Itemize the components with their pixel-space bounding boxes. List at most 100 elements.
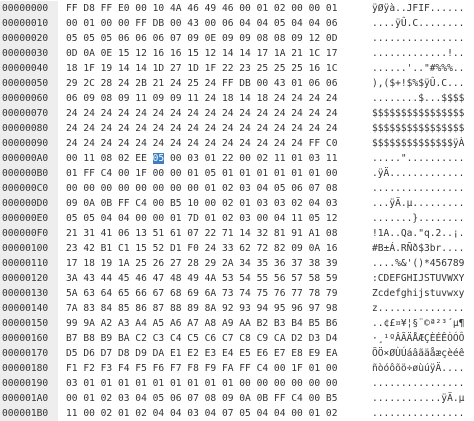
hex-row: 00000030 0D 0A 0E 15 12 16 16 15 12 14 14…	[0, 46, 474, 61]
hex-viewer: 00000000 FF D8 FF E0 00 10 4A 46 49 46 00…	[0, 0, 474, 421]
hex-row: 00000180 F1 F2 F3 F4 F5 F6 F7 F8 F9 FA FF…	[0, 361, 474, 376]
row-hex-bytes[interactable]: F1 F2 F3 F4 F5 F6 F7 F8 F9 FA FF C4 00 1…	[66, 361, 366, 376]
row-hex-bytes[interactable]: 3A 43 44 45 46 47 48 49 4A 53 54 55 56 5…	[66, 271, 366, 286]
row-hex-bytes[interactable]: 05 05 05 06 06 06 07 09 0E 09 09 08 08 0…	[66, 31, 366, 46]
row-ascii[interactable]: ·¸¹ºÂÃÄÅÆÇÈÉÊÒÓÔ	[372, 331, 474, 346]
hex-row: 00000120 3A 43 44 45 46 47 48 49 4A 53 54…	[0, 271, 474, 286]
row-hex-bytes[interactable]: 23 42 B1 C1 15 52 D1 F0 24 33 62 72 82 0…	[66, 241, 366, 256]
row-address: 000001A0	[0, 391, 58, 406]
row-hex-bytes[interactable]: 99 9A A2 A3 A4 A5 A6 A7 A8 A9 AA B2 B3 B…	[66, 316, 366, 331]
row-ascii[interactable]: ÕÖ×ØÙÚáâãäåæçèéê	[372, 346, 474, 361]
row-hex-bytes[interactable]: 01 FF C4 00 1F 00 00 01 05 01 01 01 01 0…	[66, 166, 366, 181]
hex-row: 00000190 03 01 01 01 01 01 01 01 01 01 00…	[0, 376, 474, 391]
row-hex-bytes[interactable]: 03 01 01 01 01 01 01 01 01 01 00 00 00 0…	[66, 376, 366, 391]
row-ascii[interactable]: ......'.."#%%%..	[372, 61, 474, 76]
row-hex-bytes[interactable]: 24 24 24 24 24 24 24 24 24 24 24 24 24 2…	[66, 106, 366, 121]
hex-row: 000001A0 00 01 02 03 04 05 06 07 08 09 0A…	[0, 391, 474, 406]
row-hex-bytes[interactable]: 29 2C 28 24 2B 21 24 25 24 FF DB 00 43 0…	[66, 76, 366, 91]
row-hex-bytes[interactable]: 09 0A 0B FF C4 00 B5 10 00 02 01 03 03 0…	[66, 196, 366, 211]
row-ascii[interactable]: !1A..Qa."q.2..¡.	[372, 226, 474, 241]
row-ascii[interactable]: ...ÿÄ.µ.........	[372, 196, 474, 211]
row-ascii[interactable]: ..¢£¤¥¦§¨©ª²³´µ¶	[372, 316, 474, 331]
row-address: 000000A0	[0, 151, 58, 166]
row-address: 000000E0	[0, 211, 58, 226]
row-hex-bytes[interactable]: 06 09 08 09 11 09 09 11 24 18 14 18 24 2…	[66, 91, 366, 106]
row-hex-bytes[interactable]: B7 B8 B9 BA C2 C3 C4 C5 C6 C7 C8 C9 CA D…	[66, 331, 366, 346]
row-hex-bytes[interactable]: 21 31 41 06 13 51 61 07 22 71 14 32 81 9…	[66, 226, 366, 241]
row-address: 00000130	[0, 286, 58, 301]
row-hex-bytes[interactable]: 00 01 00 00 FF DB 00 43 00 06 04 04 05 0…	[66, 16, 366, 31]
row-address: 00000110	[0, 256, 58, 271]
row-ascii[interactable]: ÿØÿà..JFIF......	[372, 1, 474, 16]
hex-row: 00000090 24 24 24 24 24 24 24 24 24 24 24…	[0, 136, 474, 151]
row-hex-bytes[interactable]: 18 1F 19 14 14 1D 27 1D 1F 22 23 25 25 2…	[66, 61, 366, 76]
row-address: 000000D0	[0, 196, 58, 211]
hex-row: 00000170 D5 D6 D7 D8 D9 DA E1 E2 E3 E4 E5…	[0, 346, 474, 361]
row-address: 00000140	[0, 301, 58, 316]
row-address: 00000070	[0, 106, 58, 121]
hex-row: 000000A0 00 11 08 02 EE 05 00 03 01 22 00…	[0, 151, 474, 166]
row-ascii[interactable]: ....ÿÛ.C........	[372, 16, 474, 31]
row-ascii[interactable]: ....%&'()*456789	[372, 256, 474, 271]
row-ascii[interactable]: ............ÿÄ.µ	[372, 391, 474, 406]
hex-row: 000001B0 11 00 02 01 02 04 04 03 04 07 05…	[0, 406, 474, 421]
row-hex-bytes[interactable]: 24 24 24 24 24 24 24 24 24 24 24 24 24 2…	[66, 136, 366, 151]
row-hex-bytes[interactable]: FF D8 FF E0 00 10 4A 46 49 46 00 01 02 0…	[66, 1, 366, 16]
row-hex-bytes[interactable]: 7A 83 84 85 86 87 88 89 8A 92 93 94 95 9…	[66, 301, 366, 316]
row-ascii[interactable]: $$$$$$$$$$$$$$$$	[372, 121, 474, 136]
row-address: 000000F0	[0, 226, 58, 241]
row-address: 00000000	[0, 1, 58, 16]
hex-row: 000000F0 21 31 41 06 13 51 61 07 22 71 14…	[0, 226, 474, 241]
row-address: 000000B0	[0, 166, 58, 181]
row-address: 00000040	[0, 61, 58, 76]
row-hex-bytes[interactable]: 5A 63 64 65 66 67 68 69 6A 73 74 75 76 7…	[66, 286, 366, 301]
hex-bytes-before-cursor[interactable]: 00 11 08 02 EE	[66, 153, 153, 164]
hex-row: 000000D0 09 0A 0B FF C4 00 B5 10 00 02 01…	[0, 196, 474, 211]
hex-row: 00000000 FF D8 FF E0 00 10 4A 46 49 46 00…	[0, 1, 474, 16]
row-ascii[interactable]: ñòóôõö÷øùúÿÄ....	[372, 361, 474, 376]
hex-row: 00000130 5A 63 64 65 66 67 68 69 6A 73 74…	[0, 286, 474, 301]
hex-row: 00000150 99 9A A2 A3 A4 A5 A6 A7 A8 A9 AA…	[0, 316, 474, 331]
row-hex-bytes[interactable]: 05 05 04 04 00 00 01 7D 01 02 03 00 04 1…	[66, 211, 366, 226]
row-ascii[interactable]: #B±Á.RÑð$3br....	[372, 241, 474, 256]
row-address: 00000170	[0, 346, 58, 361]
row-hex-bytes[interactable]: 11 00 02 01 02 04 04 03 04 07 05 04 04 0…	[66, 406, 366, 421]
row-address: 00000190	[0, 376, 58, 391]
row-address: 000000C0	[0, 181, 58, 196]
row-ascii[interactable]: z...............	[372, 301, 474, 316]
row-hex-bytes[interactable]: 17 18 19 1A 25 26 27 28 29 2A 34 35 36 3…	[66, 256, 366, 271]
row-ascii[interactable]: $$$$$$$$$$$$$$$$	[372, 106, 474, 121]
row-ascii[interactable]: .ÿÄ.............	[372, 166, 474, 181]
row-address: 000001B0	[0, 406, 58, 421]
row-ascii[interactable]: $$$$$$$$$$$$$$ÿÀ	[372, 136, 474, 151]
hex-row: 00000050 29 2C 28 24 2B 21 24 25 24 FF DB…	[0, 76, 474, 91]
row-ascii[interactable]: ),($+!$%$ÿÛ.C...	[372, 76, 474, 91]
row-ascii[interactable]: Zcdefghijstuvwxy	[372, 286, 474, 301]
row-ascii[interactable]: ....."..........	[372, 151, 474, 166]
row-ascii[interactable]: .......}........	[372, 211, 474, 226]
row-ascii[interactable]: ................	[372, 181, 474, 196]
hex-bytes-after-cursor[interactable]: 00 03 01 22 00 02 11 01 03 11	[164, 153, 338, 164]
row-address: 00000160	[0, 331, 58, 346]
row-address: 00000180	[0, 361, 58, 376]
row-address: 00000050	[0, 76, 58, 91]
hex-row: 00000020 05 05 05 06 06 06 07 09 0E 09 09…	[0, 31, 474, 46]
row-ascii[interactable]: ........$...$$$$	[372, 91, 474, 106]
hex-row: 00000080 24 24 24 24 24 24 24 24 24 24 24…	[0, 121, 474, 136]
selected-byte[interactable]: 05	[152, 153, 165, 164]
row-address: 00000010	[0, 16, 58, 31]
hex-row: 00000100 23 42 B1 C1 15 52 D1 F0 24 33 62…	[0, 241, 474, 256]
row-address: 00000080	[0, 121, 58, 136]
hex-row: 00000070 24 24 24 24 24 24 24 24 24 24 24…	[0, 106, 474, 121]
row-hex-bytes[interactable]: D5 D6 D7 D8 D9 DA E1 E2 E3 E4 E5 E6 E7 E…	[66, 346, 366, 361]
row-ascii[interactable]: ................	[372, 376, 474, 391]
row-hex-bytes[interactable]: 00 01 02 03 04 05 06 07 08 09 0A 0B FF C…	[66, 391, 366, 406]
row-ascii[interactable]: .............!..	[372, 46, 474, 61]
row-hex-bytes[interactable]: 0D 0A 0E 15 12 16 16 15 12 14 14 17 1A 2…	[66, 46, 366, 61]
row-ascii[interactable]: ................	[372, 406, 474, 421]
row-hex-bytes[interactable]: 24 24 24 24 24 24 24 24 24 24 24 24 24 2…	[66, 121, 366, 136]
row-ascii[interactable]: ................	[372, 31, 474, 46]
row-hex-bytes[interactable]: 00 00 00 00 00 00 00 00 01 02 03 04 05 0…	[66, 181, 366, 196]
row-hex-bytes[interactable]: 00 11 08 02 EE 05 00 03 01 22 00 02 11 0…	[66, 151, 366, 166]
row-ascii[interactable]: :CDEFGHIJSTUVWXY	[372, 271, 474, 286]
